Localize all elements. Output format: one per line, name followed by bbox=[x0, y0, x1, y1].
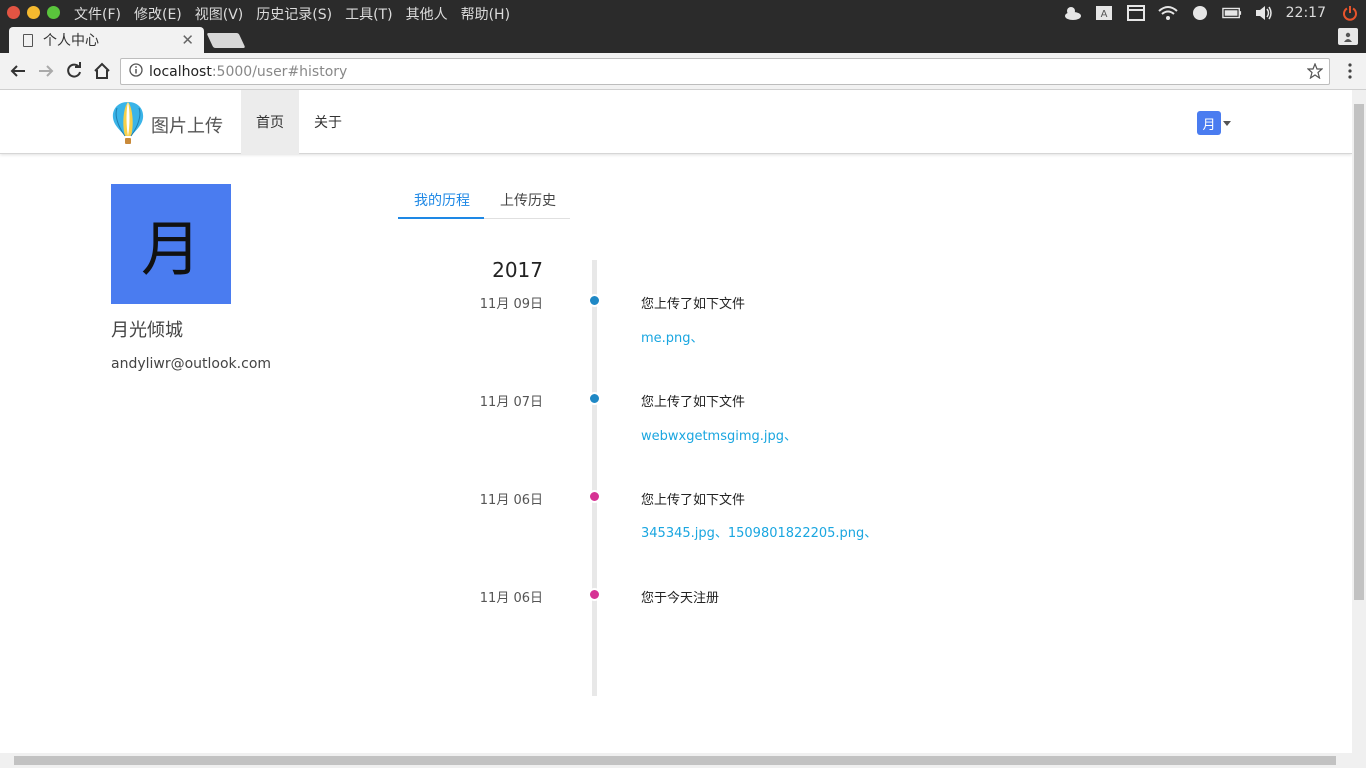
keyboard-layout-icon[interactable]: A bbox=[1094, 5, 1114, 21]
browser-menu-icon[interactable] bbox=[1348, 63, 1352, 83]
timeline-entry-title: 您上传了如下文件 bbox=[641, 395, 746, 410]
caret-down-icon bbox=[1223, 120, 1231, 126]
window-maximize-button[interactable] bbox=[47, 6, 60, 19]
user-menu[interactable]: 月 bbox=[1197, 111, 1231, 135]
os-top-bar: 文件(F) 修改(E) 视图(V) 历史记录(S) 工具(T) 其他人 帮助(H… bbox=[0, 0, 1366, 25]
site-brand[interactable]: 图片上传 bbox=[111, 100, 223, 150]
profile-tabs: 我的历程 上传历史 bbox=[398, 182, 570, 219]
timeline-entry-title: 您上传了如下文件 bbox=[641, 297, 746, 312]
user-avatar: 月 bbox=[1197, 111, 1221, 135]
weather-icon[interactable] bbox=[1062, 5, 1082, 21]
browser-tab-strip: 个人中心 ✕ bbox=[0, 25, 1366, 53]
timeline-dot bbox=[588, 294, 601, 307]
timeline-dot bbox=[588, 490, 601, 503]
back-arrow-icon[interactable] bbox=[8, 61, 28, 81]
svg-text:A: A bbox=[1100, 9, 1107, 20]
app-menu-bar: 文件(F) 修改(E) 视图(V) 历史记录(S) 工具(T) 其他人 帮助(H… bbox=[74, 4, 523, 24]
menu-tools[interactable]: 工具(T) bbox=[345, 4, 392, 24]
power-icon[interactable] bbox=[1340, 5, 1360, 21]
clock[interactable]: 22:17 bbox=[1286, 5, 1326, 21]
page-viewport: 图片上传 首页 关于 月 月 月光倾城 andyliwr@outlook.com… bbox=[0, 90, 1352, 753]
timeline-line bbox=[592, 260, 597, 696]
window-close-button[interactable] bbox=[7, 6, 20, 19]
address-bar[interactable]: localhost:5000/user#history bbox=[120, 58, 1330, 85]
timeline-date: 11月 09日 bbox=[479, 297, 543, 312]
url-path: :5000/user#history bbox=[211, 63, 348, 80]
timeline-dot bbox=[588, 392, 601, 405]
profile-email: andyliwr@outlook.com bbox=[111, 356, 272, 372]
tab-my-history[interactable]: 我的历程 bbox=[398, 182, 484, 219]
menu-people[interactable]: 其他人 bbox=[406, 4, 448, 24]
tab-upload-history[interactable]: 上传历史 bbox=[500, 182, 556, 218]
horizontal-scrollbar[interactable] bbox=[0, 753, 1366, 768]
browser-toolbar: localhost:5000/user#history bbox=[0, 53, 1366, 90]
calendar-icon[interactable] bbox=[1126, 4, 1146, 21]
bookmark-star-icon[interactable] bbox=[1306, 62, 1324, 83]
new-tab-button[interactable] bbox=[206, 33, 246, 48]
nav-about[interactable]: 关于 bbox=[299, 90, 357, 154]
system-tray: A 22:17 bbox=[1062, 0, 1366, 25]
timeline-date: 11月 06日 bbox=[479, 493, 543, 508]
window-minimize-button[interactable] bbox=[27, 6, 40, 19]
profile-name: 月光倾城 bbox=[111, 320, 183, 341]
browser-tab[interactable]: 个人中心 ✕ bbox=[9, 27, 204, 53]
profile-avatar: 月 bbox=[111, 184, 231, 304]
tab-title: 个人中心 bbox=[43, 33, 99, 49]
timeline-date: 11月 07日 bbox=[479, 395, 543, 410]
vertical-scrollbar[interactable] bbox=[1352, 90, 1366, 753]
volume-icon[interactable] bbox=[1254, 5, 1274, 21]
battery-icon[interactable] bbox=[1221, 5, 1242, 21]
browser-profile-icon[interactable] bbox=[1338, 28, 1358, 45]
menu-edit[interactable]: 修改(E) bbox=[134, 4, 182, 24]
site-brand-text: 图片上传 bbox=[151, 116, 223, 137]
site-info-icon[interactable] bbox=[129, 62, 143, 81]
document-icon bbox=[23, 33, 33, 47]
reload-icon[interactable] bbox=[64, 61, 84, 81]
balloon-logo-icon bbox=[111, 100, 145, 150]
tab-close-icon[interactable]: ✕ bbox=[181, 31, 194, 49]
wifi-icon[interactable] bbox=[1157, 5, 1178, 21]
nav-home[interactable]: 首页 bbox=[241, 90, 299, 154]
timeline-entry-files[interactable]: webwxgetmsgimg.jpg、 bbox=[641, 425, 797, 444]
menu-file[interactable]: 文件(F) bbox=[74, 4, 121, 24]
site-navbar: 图片上传 首页 关于 月 bbox=[0, 90, 1352, 154]
home-icon[interactable] bbox=[92, 61, 112, 81]
messages-icon[interactable] bbox=[1190, 5, 1210, 21]
timeline-entry-title: 您于今天注册 bbox=[641, 591, 720, 606]
timeline-entry-files[interactable]: me.png、 bbox=[641, 327, 704, 346]
menu-view[interactable]: 视图(V) bbox=[195, 4, 244, 24]
forward-arrow-icon[interactable] bbox=[36, 61, 56, 81]
timeline-entry-title: 您上传了如下文件 bbox=[641, 493, 746, 508]
vertical-scrollbar-thumb[interactable] bbox=[1354, 104, 1364, 600]
url-host: localhost bbox=[149, 63, 212, 80]
timeline-year: 2017 bbox=[492, 258, 543, 282]
window-controls bbox=[7, 6, 60, 19]
timeline-date: 11月 06日 bbox=[479, 591, 543, 606]
timeline-entry-files[interactable]: 345345.jpg、1509801822205.png、 bbox=[641, 522, 877, 541]
menu-history[interactable]: 历史记录(S) bbox=[256, 4, 332, 24]
timeline-dot bbox=[588, 588, 601, 601]
menu-help[interactable]: 帮助(H) bbox=[461, 4, 510, 24]
horizontal-scrollbar-thumb[interactable] bbox=[14, 756, 1336, 765]
